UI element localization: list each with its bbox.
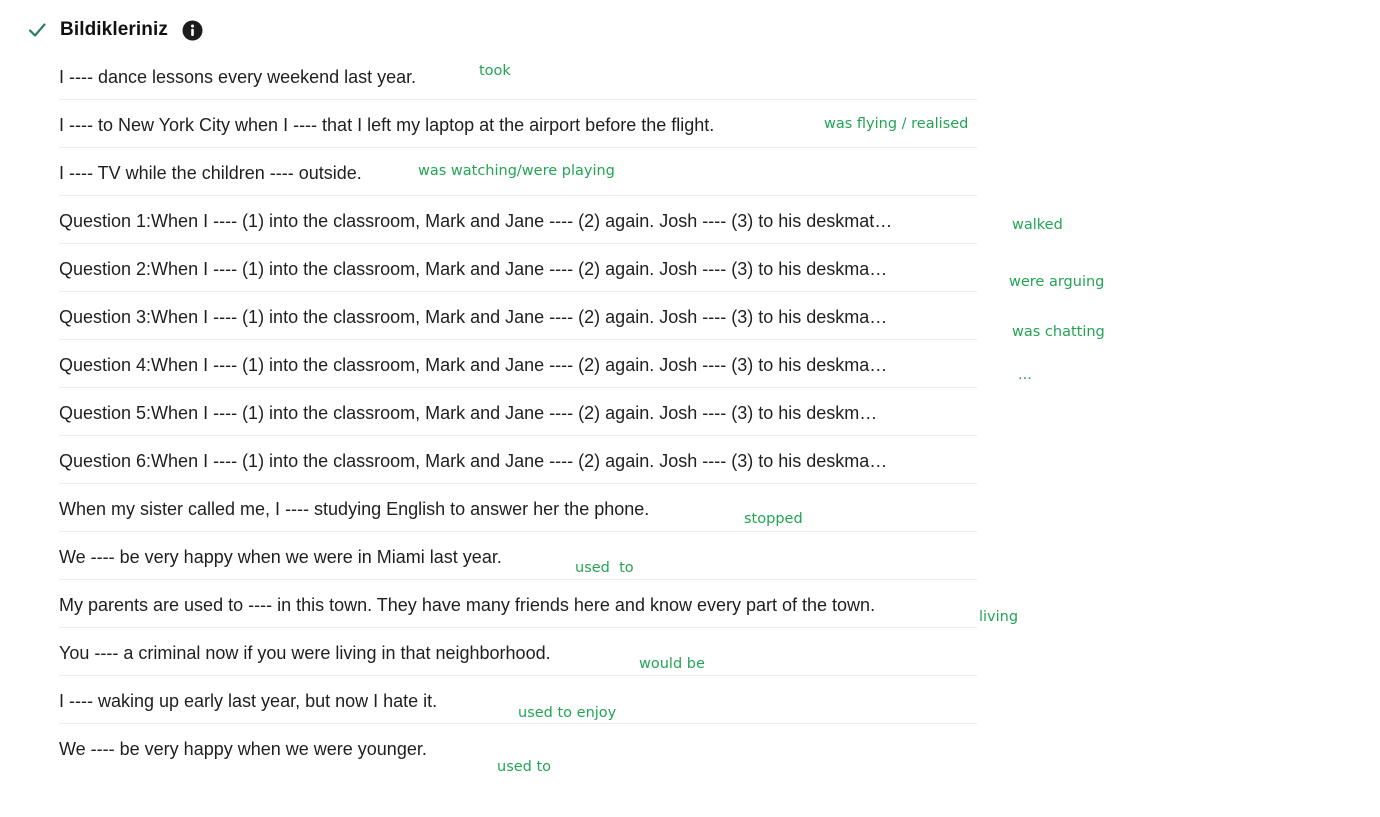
list-item[interactable]: Question 4:When I ---- (1) into the clas… <box>59 340 977 388</box>
question-text: Question 6:When I ---- (1) into the clas… <box>59 451 888 471</box>
checkmark-icon <box>26 19 48 41</box>
list-item[interactable]: My parents are used to ---- in this town… <box>59 580 977 628</box>
answer-annotation: used to enjoy <box>518 705 617 721</box>
list-item[interactable]: Question 5:When I ---- (1) into the clas… <box>59 388 977 436</box>
question-text: My parents are used to ---- in this town… <box>59 595 876 615</box>
answer-annotation: used to <box>575 560 634 576</box>
question-text: When my sister called me, I ---- studyin… <box>59 499 650 519</box>
list-item[interactable]: When my sister called me, I ---- studyin… <box>59 484 977 532</box>
answer-annotation: took <box>479 63 511 79</box>
question-text: I ---- dance lessons every weekend last … <box>59 67 417 87</box>
answer-annotation: was chatting <box>1012 324 1105 340</box>
answer-annotation: were arguing <box>1009 274 1105 290</box>
section-title: Bildikleriniz <box>60 19 168 40</box>
answer-annotation: ... <box>1018 367 1032 383</box>
question-text: You ---- a criminal now if you were livi… <box>59 643 551 663</box>
known-questions-page: Bildikleriniz I ---- dance lessons every… <box>0 0 1380 817</box>
question-text: I ---- waking up early last year, but no… <box>59 691 438 711</box>
answer-annotation: would be <box>639 656 705 672</box>
question-text: Question 3:When I ---- (1) into the clas… <box>59 307 888 327</box>
list-item[interactable]: I ---- dance lessons every weekend last … <box>59 52 977 100</box>
answer-annotation: stopped <box>744 511 803 527</box>
answer-annotation: was watching/were playing <box>418 163 615 179</box>
answer-annotation: walked <box>1012 217 1063 233</box>
question-text: Question 2:When I ---- (1) into the clas… <box>59 259 888 279</box>
answer-annotation: was flying / realised <box>824 116 969 132</box>
list-item[interactable]: You ---- a criminal now if you were livi… <box>59 628 977 676</box>
question-text: Question 1:When I ---- (1) into the clas… <box>59 211 893 231</box>
list-item[interactable]: Question 2:When I ---- (1) into the clas… <box>59 244 977 292</box>
list-item[interactable]: We ---- be very happy when we were in Mi… <box>59 532 977 580</box>
question-text: I ---- to New York City when I ---- that… <box>59 115 715 135</box>
question-text: We ---- be very happy when we were young… <box>59 739 427 759</box>
answer-annotation: used to <box>497 759 552 775</box>
question-text: I ---- TV while the children ---- outsid… <box>59 163 362 183</box>
question-text: We ---- be very happy when we were in Mi… <box>59 547 502 567</box>
list-item[interactable]: Question 1:When I ---- (1) into the clas… <box>59 196 977 244</box>
info-icon[interactable] <box>182 19 204 41</box>
question-text: Question 5:When I ---- (1) into the clas… <box>59 403 878 423</box>
question-text: Question 4:When I ---- (1) into the clas… <box>59 355 888 375</box>
question-list: I ---- dance lessons every weekend last … <box>59 52 977 772</box>
list-item[interactable]: Question 6:When I ---- (1) into the clas… <box>59 436 977 484</box>
section-header: Bildikleriniz <box>26 16 204 44</box>
list-item[interactable]: Question 3:When I ---- (1) into the clas… <box>59 292 977 340</box>
answer-annotation: living <box>979 609 1019 625</box>
